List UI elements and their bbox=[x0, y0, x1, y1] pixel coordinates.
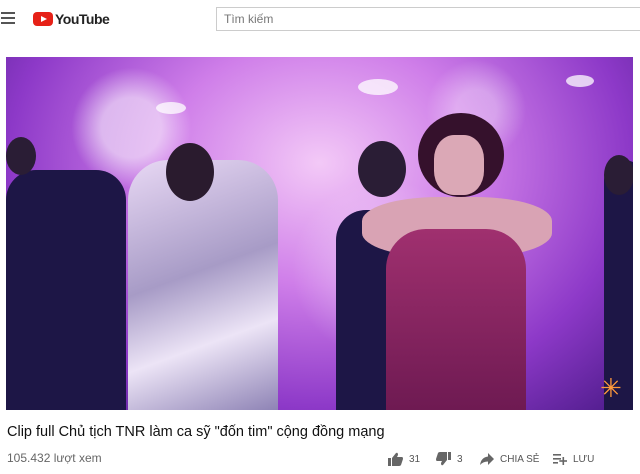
youtube-logo-icon bbox=[33, 12, 53, 26]
singer-dress bbox=[386, 229, 526, 410]
video-title: Clip full Chủ tịch TNR làm ca sỹ "đốn ti… bbox=[7, 424, 385, 440]
search-box[interactable] bbox=[216, 7, 640, 31]
share-label: CHIA SẺ bbox=[500, 453, 540, 465]
thumbs-down-icon bbox=[436, 452, 451, 466]
singer-face bbox=[434, 135, 484, 195]
video-player[interactable]: ✳ bbox=[6, 57, 633, 410]
like-count: 31 bbox=[409, 453, 421, 465]
save-label: LƯU bbox=[573, 453, 595, 465]
dancer-left-head bbox=[6, 137, 36, 175]
share-arrow-icon bbox=[480, 453, 494, 465]
playlist-add-icon bbox=[553, 454, 567, 465]
dancer-center-back-head bbox=[358, 141, 406, 197]
view-count: 105.432 lượt xem bbox=[7, 451, 102, 465]
youtube-logo[interactable]: YouTube bbox=[33, 11, 110, 27]
dancer-silver-head bbox=[166, 143, 214, 201]
search-input[interactable] bbox=[217, 8, 640, 30]
save-button[interactable]: LƯU bbox=[553, 451, 594, 467]
menu-icon[interactable] bbox=[1, 12, 15, 24]
dislike-count: 3 bbox=[457, 453, 463, 465]
dancer-silver bbox=[128, 160, 278, 410]
heart-light bbox=[156, 102, 186, 114]
dancer-left bbox=[6, 170, 126, 410]
like-action[interactable]: 31 bbox=[388, 451, 420, 467]
share-button[interactable]: CHIA SẺ bbox=[480, 451, 539, 467]
dancer-right-head bbox=[604, 155, 633, 195]
sparkle-icon: ✳ bbox=[600, 373, 622, 403]
dislike-action[interactable]: 3 bbox=[436, 451, 463, 467]
thumbs-up-icon bbox=[388, 452, 403, 466]
heart-light bbox=[358, 79, 398, 95]
heart-light bbox=[566, 75, 594, 87]
top-bar: YouTube bbox=[0, 0, 640, 40]
logo-text: YouTube bbox=[55, 11, 110, 27]
